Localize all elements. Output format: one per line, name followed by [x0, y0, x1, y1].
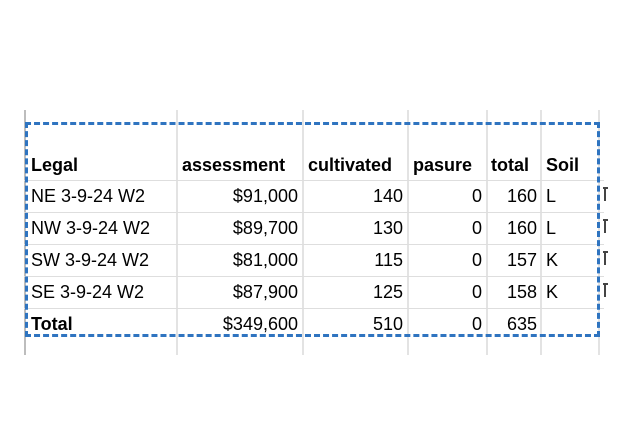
overflow-text-mark — [603, 219, 608, 233]
copy-selection-marquee — [25, 122, 600, 337]
spreadsheet-grid[interactable]: Legal assessment cultivated pasure total… — [0, 0, 636, 444]
overflow-text-mark — [603, 251, 608, 265]
overflow-text-mark — [603, 283, 608, 297]
overflow-text-mark — [603, 187, 608, 201]
